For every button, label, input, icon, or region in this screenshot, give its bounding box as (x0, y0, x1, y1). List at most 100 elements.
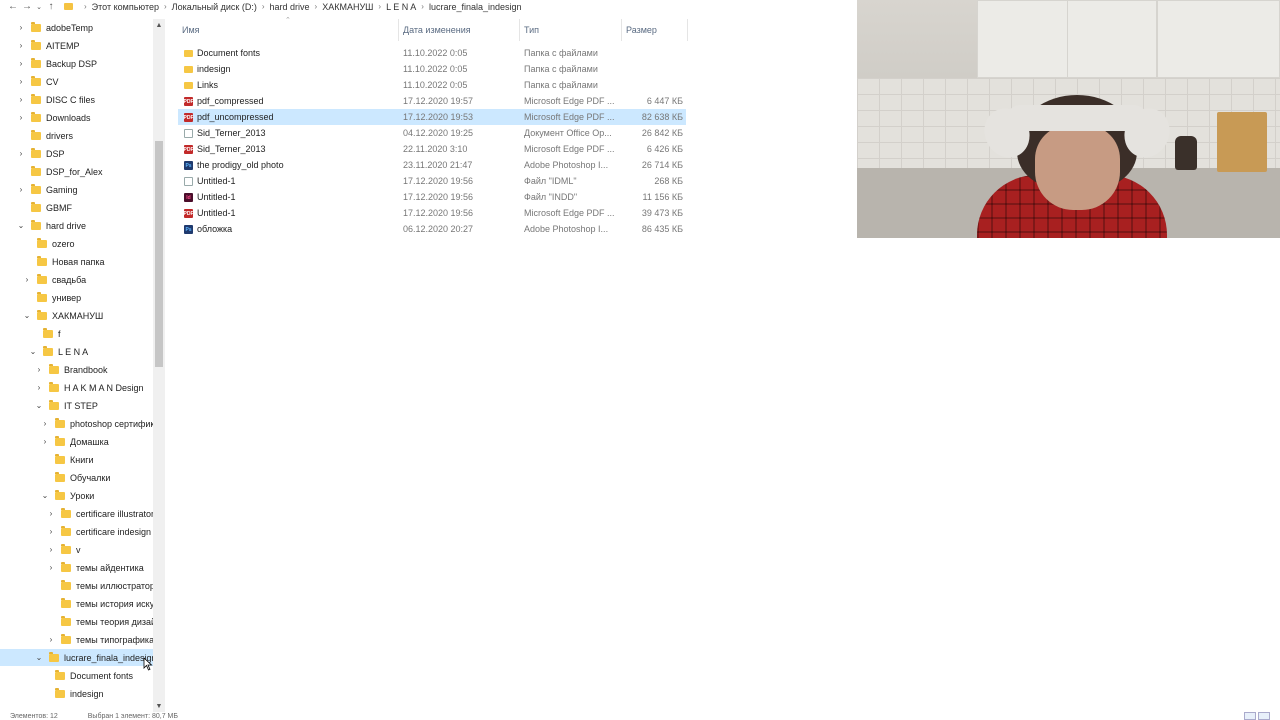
breadcrumb-item[interactable]: hard drive (270, 2, 310, 12)
file-row[interactable]: Untitled-1 17.12.2020 19:56 Файл "IDML" 268… (178, 173, 686, 189)
nav-tree-item[interactable]: › adobeTemp (0, 19, 153, 36)
breadcrumb-separator-icon[interactable]: › (378, 2, 381, 11)
chevron-right-icon[interactable]: › (16, 185, 26, 194)
chevron-right-icon[interactable]: › (16, 59, 26, 68)
file-row[interactable]: Ps обложка 06.12.2020 20:27 Adobe Photoshop… (178, 221, 686, 237)
file-row[interactable]: Sid_Terner_2013 04.12.2020 19:25 Документ … (178, 125, 686, 141)
nav-tree-item[interactable]: ⌄ ХАКМАНУШ (0, 307, 153, 324)
chevron-down-icon[interactable]: ⌄ (34, 0, 44, 13)
nav-tree-item[interactable]: · indesign (0, 685, 153, 702)
chevron-right-icon[interactable]: › (16, 95, 26, 104)
file-row[interactable]: indesign 11.10.2022 0:05 Папка с файлами (178, 61, 686, 77)
nav-tree-item[interactable]: ⌄ hard drive (0, 217, 153, 234)
chevron-right-icon[interactable]: › (40, 437, 50, 446)
nav-tree-item[interactable]: · DSP_for_Alex (0, 163, 153, 180)
nav-tree-item[interactable]: › DISC C files (0, 91, 153, 108)
chevron-right-icon[interactable]: › (34, 365, 44, 374)
breadcrumb-separator-icon[interactable]: › (164, 2, 167, 11)
nav-tree-item[interactable]: ⌄ lucrare_finala_indesign (0, 649, 153, 666)
nav-tree-item[interactable]: ⌄ Уроки (0, 487, 153, 504)
arrow-right-icon[interactable]: → (20, 0, 34, 13)
chevron-right-icon[interactable]: › (16, 77, 26, 86)
chevron-right-icon[interactable]: › (22, 275, 32, 284)
chevron-down-icon[interactable]: ⌄ (22, 311, 32, 320)
nav-tree-item[interactable]: ⌄ L E N A (0, 343, 153, 360)
file-row[interactable]: Id Untitled-1 17.12.2020 19:56 Файл "INDD" 1… (178, 189, 686, 205)
chevron-right-icon[interactable]: › (46, 635, 56, 644)
nav-tree-item[interactable]: › H A K M A N Design (0, 379, 153, 396)
chevron-down-icon[interactable]: ⌄ (16, 221, 26, 230)
file-row[interactable]: PDF Sid_Terner_2013 22.11.2020 3:10 Microso… (178, 141, 686, 157)
nav-tree-item[interactable]: · Document fonts (0, 667, 153, 684)
chevron-down-icon[interactable]: ⌄ (34, 401, 44, 410)
nav-tree-item[interactable]: · Обучалки (0, 469, 153, 486)
nav-tree-item[interactable]: › certificare illustrator (0, 505, 153, 522)
breadcrumb-item[interactable]: L E N A (386, 2, 416, 12)
chevron-down-icon[interactable]: ⌄ (28, 347, 38, 356)
breadcrumb-separator-icon[interactable]: › (262, 2, 265, 11)
chevron-right-icon[interactable]: › (46, 509, 56, 518)
nav-tree-item[interactable]: · темы история искус (0, 595, 153, 612)
file-row[interactable]: PDF pdf_compressed 17.12.2020 19:57 Microso… (178, 93, 686, 109)
nav-tree-item[interactable]: › DSP (0, 145, 153, 162)
scroll-up-arrow-icon[interactable]: ▲ (153, 21, 165, 31)
nav-tree-item[interactable]: · Новая папка (0, 253, 153, 270)
nav-tree-item[interactable]: › photoshop сертифик (0, 415, 153, 432)
breadcrumb-separator-icon[interactable]: › (421, 2, 424, 11)
nav-tree-item[interactable]: › Домашка (0, 433, 153, 450)
file-row[interactable]: Ps the prodigy_old photo 23.11.2020 21:47 A… (178, 157, 686, 173)
breadcrumb-item[interactable]: ХАКМАНУШ (322, 2, 373, 12)
chevron-right-icon[interactable]: › (16, 23, 26, 32)
nav-tree-item[interactable]: · ozero (0, 235, 153, 252)
large-icons-view-icon[interactable] (1258, 712, 1270, 720)
nav-tree-item[interactable]: › v (0, 541, 153, 558)
nav-tree-item[interactable]: · GBMF (0, 199, 153, 216)
nav-tree-item[interactable]: › Backup DSP (0, 55, 153, 72)
chevron-right-icon[interactable]: › (46, 545, 56, 554)
nav-tree-item[interactable]: · Книги (0, 451, 153, 468)
nav-scrollbar[interactable]: ▲ ▼ (153, 19, 165, 712)
details-view-icon[interactable] (1244, 712, 1256, 720)
nav-tree-item[interactable]: ·f (0, 325, 153, 342)
column-header-date[interactable]: Дата изменения (399, 19, 520, 41)
arrow-left-icon[interactable]: ← (6, 0, 20, 13)
breadcrumb-item[interactable]: Локальный диск (D:) (172, 2, 257, 12)
nav-tree-item[interactable]: · drivers (0, 127, 153, 144)
file-row[interactable]: Links 11.10.2022 0:05 Папка с файлами (178, 77, 686, 93)
arrow-up-icon[interactable]: ↑ (44, 0, 58, 13)
chevron-right-icon[interactable]: › (16, 41, 26, 50)
chevron-right-icon[interactable]: › (46, 563, 56, 572)
column-header-type[interactable]: Тип (520, 19, 622, 41)
nav-tree-item[interactable]: › темы типографика (0, 631, 153, 648)
file-row[interactable]: PDF Untitled-1 17.12.2020 19:56 Microsoft E… (178, 205, 686, 221)
chevron-right-icon[interactable]: › (16, 149, 26, 158)
breadcrumb-separator-icon[interactable]: › (315, 2, 318, 11)
nav-tree-item[interactable]: › Brandbook (0, 361, 153, 378)
nav-tree-item[interactable]: ⌄ IT STEP (0, 397, 153, 414)
chevron-right-icon[interactable]: › (34, 383, 44, 392)
chevron-down-icon[interactable]: ⌄ (34, 653, 44, 662)
nav-tree-item[interactable]: › CV (0, 73, 153, 90)
breadcrumb-item[interactable]: lucrare_finala_indesign (429, 2, 522, 12)
breadcrumb-item[interactable]: Этот компьютер (92, 2, 159, 12)
scroll-thumb[interactable] (155, 141, 163, 367)
breadcrumb-separator-icon[interactable]: › (84, 2, 87, 11)
chevron-down-icon[interactable]: ⌄ (40, 491, 50, 500)
chevron-right-icon[interactable]: › (16, 113, 26, 122)
nav-tree-item[interactable]: › AITEMP (0, 37, 153, 54)
scroll-down-arrow-icon[interactable]: ▼ (153, 702, 165, 712)
nav-tree-item[interactable]: › Downloads (0, 109, 153, 126)
nav-tree-item[interactable]: › Gaming (0, 181, 153, 198)
nav-tree-item[interactable]: · универ (0, 289, 153, 306)
nav-tree-item[interactable]: › certificare indesign (0, 523, 153, 540)
nav-tree-item[interactable]: › свадьба (0, 271, 153, 288)
nav-tree-item[interactable]: › темы айдентика (0, 559, 153, 576)
file-row[interactable]: PDF pdf_uncompressed 17.12.2020 19:53 Micro… (178, 109, 686, 125)
nav-tree-item[interactable]: · темы иллюстратор (0, 577, 153, 594)
nav-tree-item[interactable]: · темы теория дизай (0, 613, 153, 630)
file-row[interactable]: Document fonts 11.10.2022 0:05 Папка с фай… (178, 45, 686, 61)
column-header-size[interactable]: Размер (622, 19, 688, 41)
chevron-right-icon[interactable]: › (46, 527, 56, 536)
column-header-name[interactable]: Имя (178, 19, 399, 41)
chevron-right-icon[interactable]: › (40, 419, 50, 428)
